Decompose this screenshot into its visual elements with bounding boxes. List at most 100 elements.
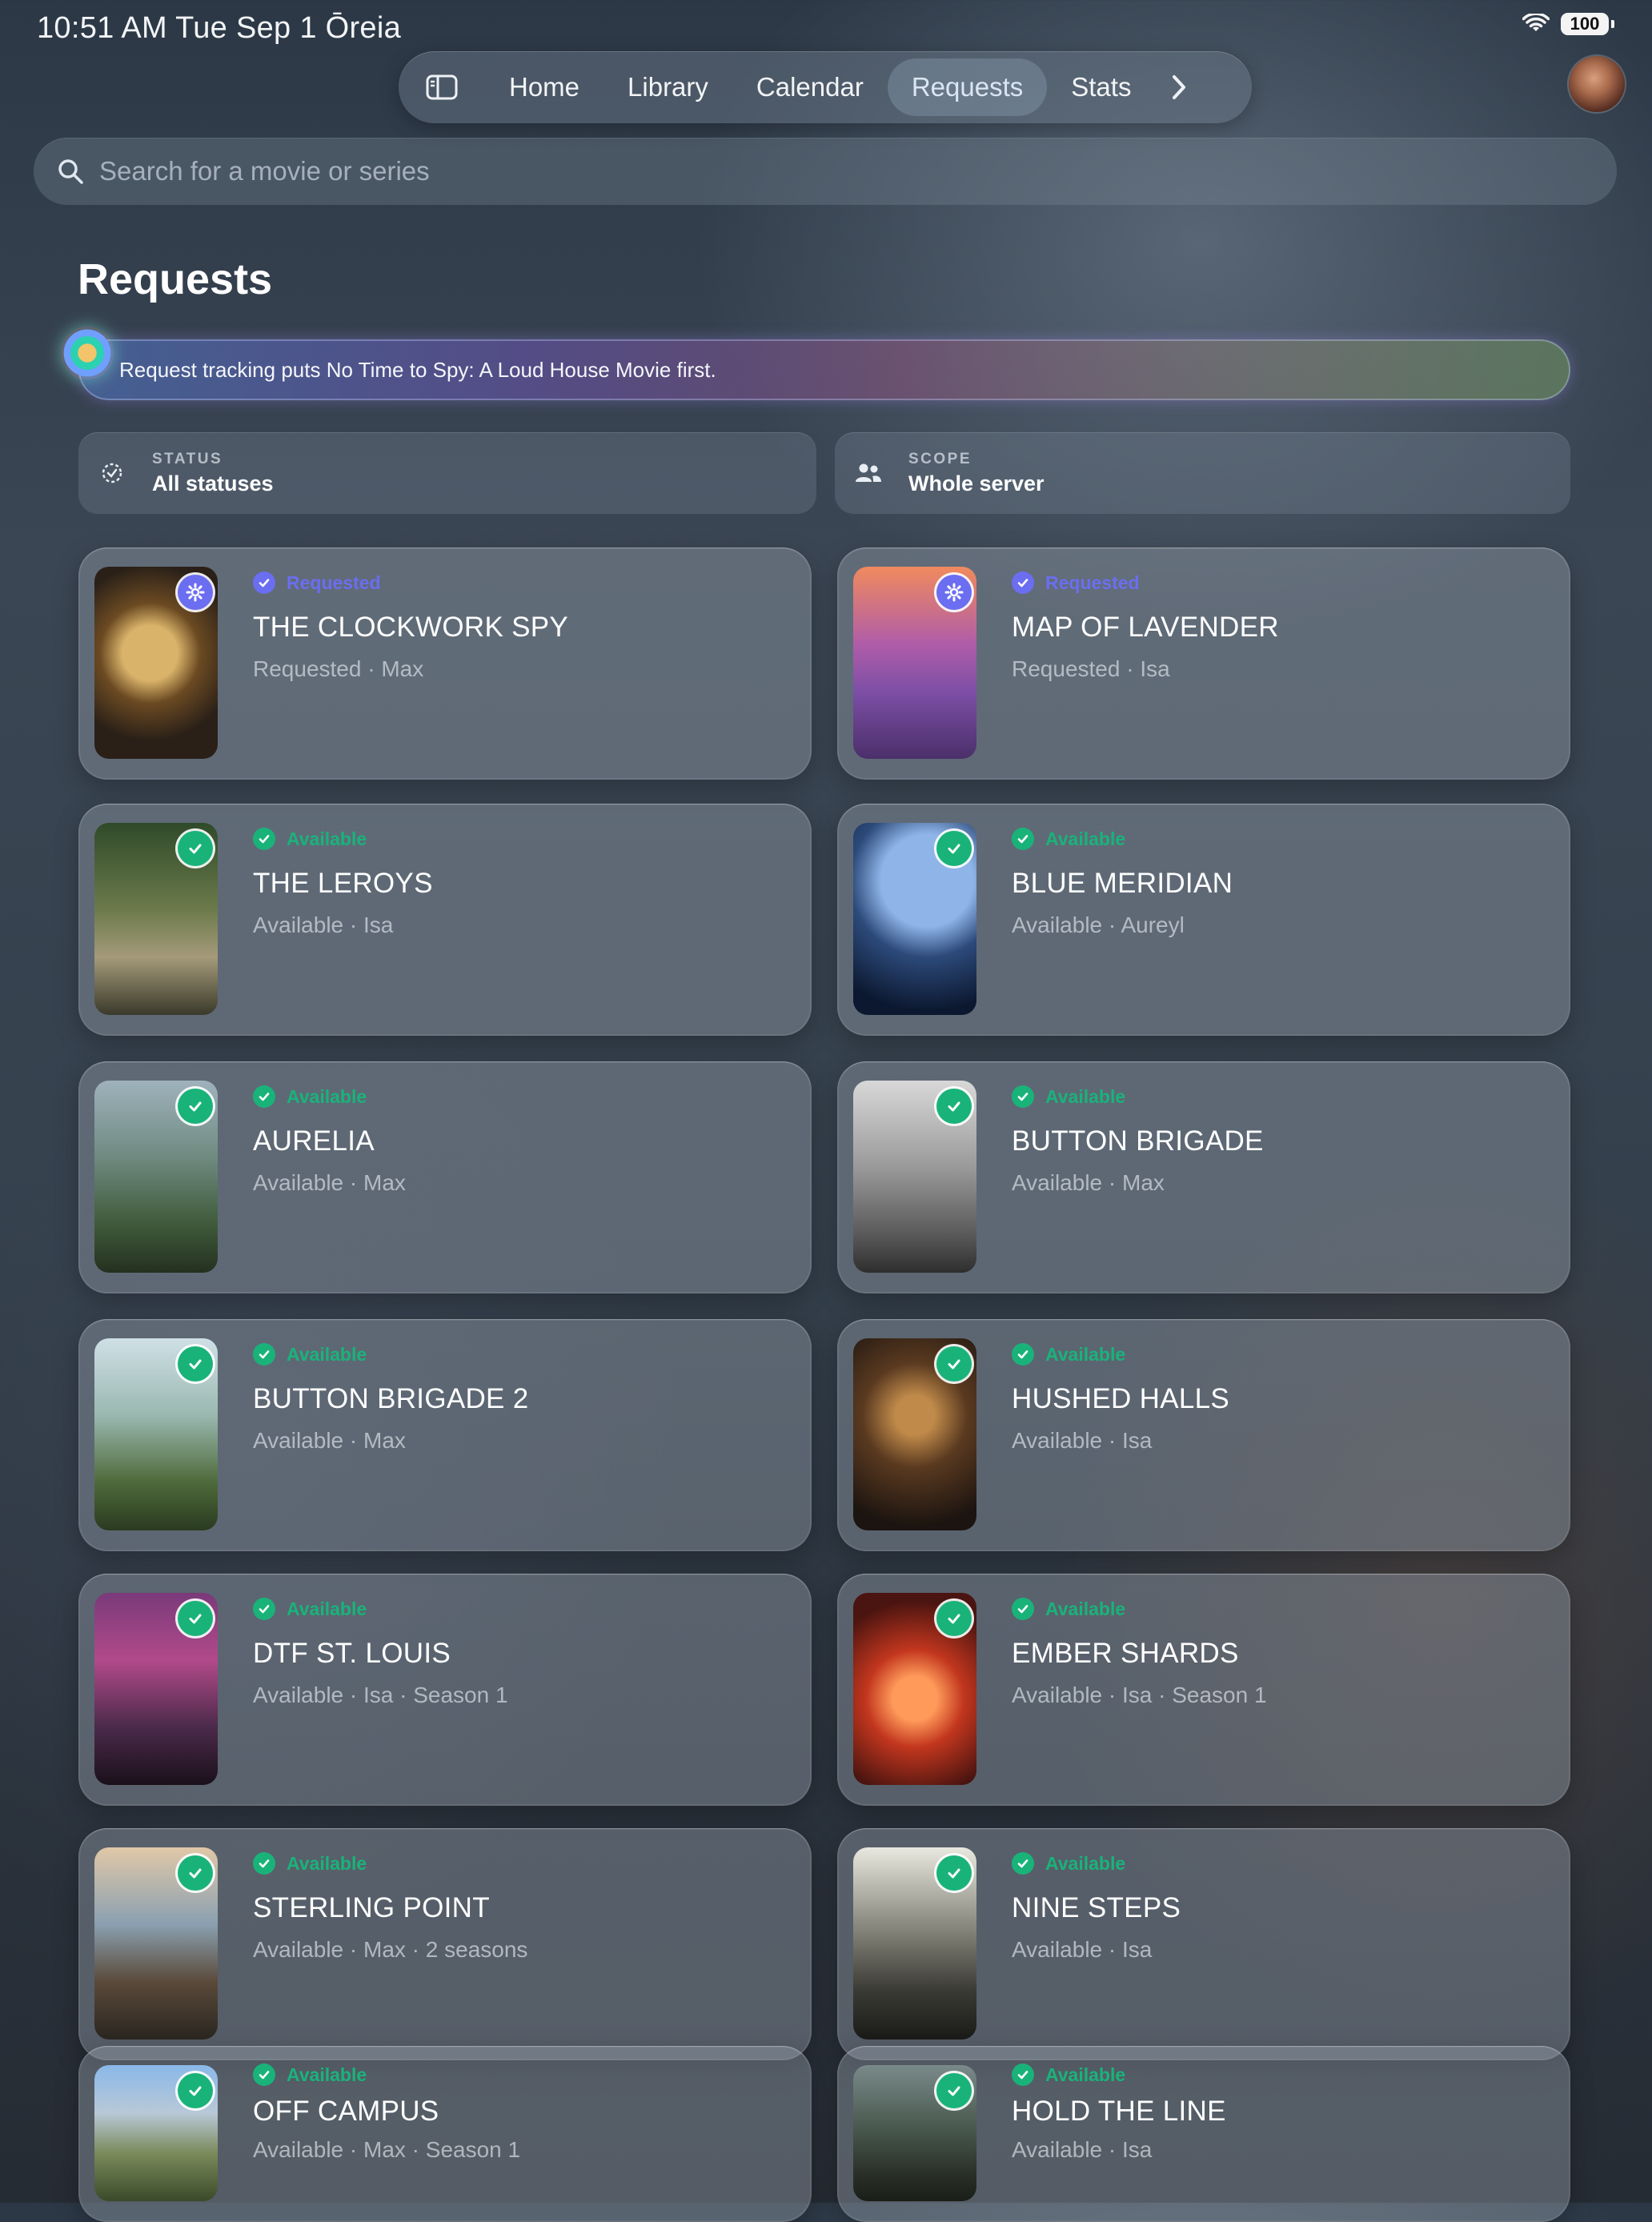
request-subtitle: Available · Max · 2 seasons [253,1937,528,1962]
request-subtitle: Available · Max [253,1428,406,1453]
request-title: EMBER SHARDS [1012,1638,1239,1669]
request-card[interactable]: Available STERLING POINT Available · Max ·… [78,1828,812,2060]
request-card[interactable]: Available BUTTON BRIGADE 2 Available · Max [78,1319,812,1551]
status-label: Available [287,1343,367,1365]
status-badge: Requested [253,572,381,594]
status-bar: 10:51 AM Tue Sep 1 Ōreia 100 [0,0,1652,56]
status-label: Available [1045,828,1126,849]
request-title: BLUE MERIDIAN [1012,868,1233,899]
status-label: Available [287,1085,367,1107]
request-subtitle: Available · Isa [1012,1937,1153,1962]
available-check-icon [178,1855,213,1891]
check-circle-icon [1012,1598,1034,1620]
check-circle-icon [1012,1343,1034,1366]
request-title: THE CLOCKWORK SPY [253,612,569,643]
status-badge: Available [1012,2064,1125,2086]
request-subtitle: Available · Isa [1012,1428,1153,1453]
status-badge: Available [1012,828,1125,850]
request-subtitle: Requested · Max [253,656,424,681]
request-subtitle: Available · Max [1012,1170,1165,1195]
status-label: Available [1045,1343,1126,1365]
status-badge: Available [1012,1085,1125,1108]
page-title: Requests [78,255,273,303]
request-card[interactable]: Requested THE CLOCKWORK SPY Requested · Ma… [78,547,812,780]
scope-filter[interactable]: SCOPE Whole server [835,432,1570,514]
status-filter-text: STATUS All statuses [152,451,274,496]
scope-filter-text: SCOPE Whole server [908,451,1045,496]
available-check-icon [178,831,213,866]
request-card[interactable]: Available DTF ST. LOUIS Available · Isa · … [78,1574,812,1806]
search-input[interactable] [98,155,1542,187]
check-circle-icon [253,1343,275,1366]
requested-gear-icon [936,575,972,610]
request-subtitle: Available · Max [253,1170,406,1195]
verified-icon [1012,572,1034,594]
available-check-icon [178,1601,213,1636]
available-check-icon [936,831,972,866]
wifi-icon [1522,14,1550,31]
sidebar-toggle-button[interactable] [399,51,485,123]
available-check-icon [178,1346,213,1382]
request-card[interactable]: Available THE LEROYS Available · Isa [78,804,812,1036]
assistant-orb-icon [61,327,114,379]
status-time: 10:51 AM Tue Sep 1 Ōreia [37,11,402,45]
chevron-right-icon [1173,75,1186,99]
request-card[interactable]: Available HOLD THE LINE Available · Isa [837,2046,1570,2222]
request-title: THE LEROYS [253,868,433,899]
request-title: BUTTON BRIGADE [1012,1125,1264,1157]
request-title: NINE STEPS [1012,1892,1181,1923]
request-title: HOLD THE LINE [1012,2096,1226,2127]
tab-calendar[interactable]: Calendar [732,58,888,116]
request-card[interactable]: Available NINE STEPS Available · Isa [837,1828,1570,2060]
status-label: Available [1045,1852,1126,1874]
request-title: DTF ST. LOUIS [253,1638,451,1669]
request-card[interactable]: Available BLUE MERIDIAN Available · Aureyl [837,804,1570,1036]
check-circle-icon [253,1852,275,1875]
status-label: Available [1045,1598,1126,1619]
request-title: MAP OF LAVENDER [1012,612,1279,643]
check-circle-icon [1012,1085,1034,1108]
request-subtitle: Available · Aureyl [1012,912,1185,937]
check-circle-icon [253,1085,275,1108]
request-card[interactable]: Available OFF CAMPUS Available · Max · Sea… [78,2046,812,2222]
sidebar-icon [426,74,458,100]
available-check-icon [936,1346,972,1382]
status-badge: Available [253,828,367,850]
available-check-icon [178,1089,213,1124]
status-badge: Available [253,1085,367,1108]
request-subtitle: Available · Isa [1012,2137,1153,2162]
search-bar [34,138,1617,205]
status-filter-label: STATUS [152,450,223,467]
status-badge: Available [1012,1598,1125,1620]
tab-requests[interactable]: Requests [887,58,1048,116]
request-card[interactable]: Available BUTTON BRIGADE Available · Max [837,1061,1570,1293]
request-card[interactable]: Available HUSHED HALLS Available · Isa [837,1319,1570,1551]
status-badge: Available [253,1343,367,1366]
available-check-icon [936,1089,972,1124]
insight-banner[interactable]: Request tracking puts No Time to Spy: A … [61,327,1570,400]
status-badge: Available [253,1598,367,1620]
request-card[interactable]: Available AURELIA Available · Max [78,1061,812,1293]
tab-library[interactable]: Library [603,58,732,116]
status-label: Requested [1045,572,1140,593]
request-title: AURELIA [253,1125,375,1157]
tab-stats[interactable]: Stats [1047,58,1155,116]
status-label: Available [287,1852,367,1874]
avatar[interactable] [1569,56,1625,112]
status-filter-value: All statuses [152,471,274,495]
status-badge: Available [253,1852,367,1875]
status-indicators: 100 [1522,13,1614,35]
check-circle-icon [1012,828,1034,850]
request-card[interactable]: Available EMBER SHARDS Available · Isa · S… [837,1574,1570,1806]
request-card[interactable]: Requested MAP OF LAVENDER Requested · Isa [837,547,1570,780]
check-circle-icon [253,1598,275,1620]
available-check-icon [936,2073,972,2108]
status-badge: Available [253,2064,367,2086]
status-filter[interactable]: STATUS All statuses [78,432,816,514]
status-label: Available [287,1598,367,1619]
request-subtitle: Available · Isa · Season 1 [1012,1683,1267,1707]
tab-home[interactable]: Home [485,58,603,116]
more-tabs-button[interactable] [1155,51,1203,123]
check-circle-icon [1012,1852,1034,1875]
check-circle-icon [253,828,275,850]
